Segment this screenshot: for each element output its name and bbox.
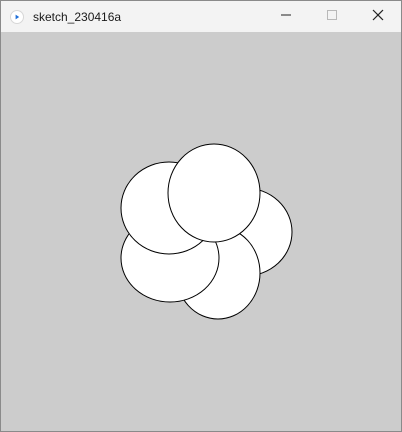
window-controls <box>263 1 401 32</box>
close-button[interactable] <box>355 1 401 32</box>
title-bar[interactable]: sketch_230416a <box>1 1 401 32</box>
minimize-button[interactable] <box>263 1 309 32</box>
minimize-icon <box>280 8 292 26</box>
maximize-icon <box>326 8 338 26</box>
maximize-button[interactable] <box>309 1 355 32</box>
sketch-drawing <box>120 143 293 320</box>
ellipse-top <box>167 143 261 243</box>
processing-play-icon <box>9 9 25 25</box>
sketch-canvas[interactable] <box>1 32 401 431</box>
app-window: sketch_230416a <box>0 0 402 432</box>
close-icon <box>372 8 384 26</box>
window-title: sketch_230416a <box>33 9 122 24</box>
